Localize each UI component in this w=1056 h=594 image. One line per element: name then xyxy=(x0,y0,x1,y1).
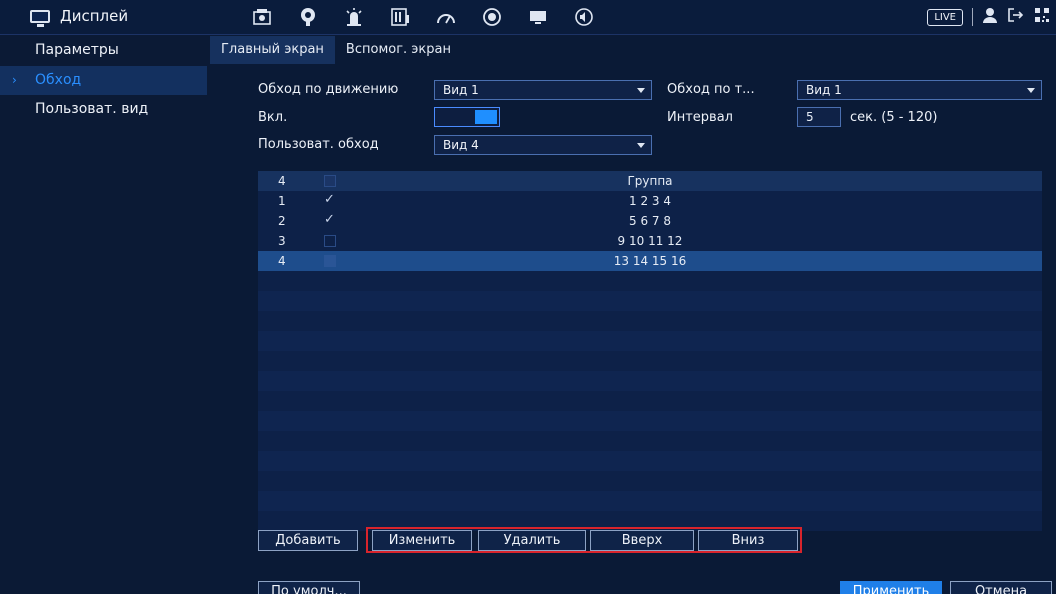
empty-row xyxy=(258,411,1042,431)
toggle-knob xyxy=(475,110,497,124)
interval-unit: сек. (5 - 120) xyxy=(850,110,938,125)
logout-icon[interactable] xyxy=(1007,7,1025,27)
custom-tour-value: Вид 4 xyxy=(443,138,479,152)
storage-icon[interactable] xyxy=(388,6,412,28)
group-table: 4 Группа 1 ✓ 1 2 3 4 2 ✓ 5 6 7 8 3 9 10 … xyxy=(258,171,1042,531)
sidebar-item-parameters[interactable]: Параметры xyxy=(0,36,207,65)
settings-icon[interactable] xyxy=(480,6,504,28)
delete-button[interactable]: Удалить xyxy=(478,530,586,551)
empty-row xyxy=(258,451,1042,471)
tab-bar: Главный экран Вспомог. экран xyxy=(210,36,462,64)
audio-icon[interactable] xyxy=(572,6,596,28)
sidebar-item-label: Параметры xyxy=(35,42,119,58)
row-group: 9 10 11 12 xyxy=(617,234,683,248)
interval-label: Интервал xyxy=(667,110,733,125)
page-title-group: Дисплей xyxy=(30,7,129,27)
motion-tour-value: Вид 1 xyxy=(443,83,479,97)
user-icon[interactable] xyxy=(982,7,998,27)
tab-main-screen[interactable]: Главный экран xyxy=(210,36,335,64)
empty-row xyxy=(258,371,1042,391)
alarm-icon[interactable] xyxy=(342,6,366,28)
network-icon[interactable] xyxy=(296,6,320,28)
default-button[interactable]: По умолч... xyxy=(258,581,360,594)
table-row[interactable]: 3 9 10 11 12 xyxy=(258,231,1042,251)
tab-aux-screen[interactable]: Вспомог. экран xyxy=(335,36,462,64)
monitor-icon[interactable] xyxy=(526,6,550,28)
header-group: Группа xyxy=(627,174,673,188)
system-icon[interactable] xyxy=(434,6,458,28)
top-bar: Дисплей LIVE xyxy=(0,0,1056,35)
move-down-button[interactable]: Вниз xyxy=(698,530,798,551)
top-nav-icons xyxy=(250,6,596,28)
move-up-button[interactable]: Вверх xyxy=(590,530,694,551)
row-group: 5 6 7 8 xyxy=(629,214,671,228)
motion-tour-label: Обход по движению xyxy=(258,82,399,97)
page-title: Дисплей xyxy=(60,7,129,25)
table-header: 4 Группа xyxy=(258,171,1042,191)
table-row[interactable]: 2 ✓ 5 6 7 8 xyxy=(258,211,1042,231)
add-button[interactable]: Добавить xyxy=(258,530,358,551)
cancel-button[interactable]: Отмена xyxy=(950,581,1052,594)
empty-row xyxy=(258,491,1042,511)
motion-tour-select[interactable]: Вид 1 xyxy=(434,80,652,100)
alarm-tour-value: Вид 1 xyxy=(806,83,842,97)
alarm-tour-select[interactable]: Вид 1 xyxy=(797,80,1042,100)
modify-button[interactable]: Изменить xyxy=(372,530,472,551)
custom-tour-select[interactable]: Вид 4 xyxy=(434,135,652,155)
sidebar-item-tour[interactable]: › Обход xyxy=(0,66,207,95)
row-group: 13 14 15 16 xyxy=(613,254,687,268)
apply-button[interactable]: Применить xyxy=(840,581,942,594)
top-right-controls: LIVE xyxy=(927,7,1050,27)
interval-input[interactable]: 5 xyxy=(797,107,841,127)
empty-row xyxy=(258,291,1042,311)
chevron-down-icon xyxy=(637,88,645,93)
enable-label: Вкл. xyxy=(258,110,288,125)
enable-toggle[interactable] xyxy=(434,107,500,127)
table-row[interactable]: 1 ✓ 1 2 3 4 xyxy=(258,191,1042,211)
alarm-tour-label: Обход по т... xyxy=(667,82,755,97)
chevron-right-icon: › xyxy=(12,73,17,87)
sidebar-item-label: Пользоват. вид xyxy=(35,101,149,117)
divider xyxy=(972,8,973,26)
chevron-down-icon xyxy=(637,143,645,148)
empty-row xyxy=(258,331,1042,351)
sidebar: Параметры › Обход Пользоват. вид xyxy=(0,36,207,594)
chevron-down-icon xyxy=(1027,88,1035,93)
live-button[interactable]: LIVE xyxy=(927,8,963,26)
camera-icon[interactable] xyxy=(250,6,274,28)
sidebar-item-label: Обход xyxy=(35,72,82,88)
display-icon xyxy=(30,9,50,27)
row-group: 1 2 3 4 xyxy=(629,194,671,208)
sidebar-item-custom-view[interactable]: Пользоват. вид xyxy=(0,95,207,124)
custom-tour-label: Пользоват. обход xyxy=(258,137,379,152)
qr-icon[interactable] xyxy=(1034,7,1050,27)
table-row-selected[interactable]: 4 13 14 15 16 xyxy=(258,251,1042,271)
main-content: Главный экран Вспомог. экран Обход по дв… xyxy=(210,36,1056,594)
